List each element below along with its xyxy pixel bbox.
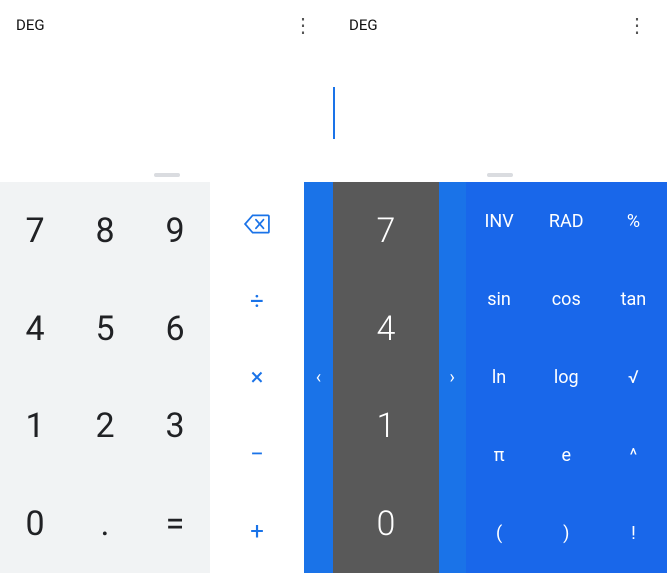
- key-0[interactable]: 0: [333, 475, 439, 573]
- angle-mode-label[interactable]: DEG: [349, 16, 378, 34]
- fn-rparen[interactable]: ): [533, 495, 600, 573]
- overflow-menu-icon[interactable]: ⋮: [623, 11, 651, 39]
- operator-column: ÷ × − +: [210, 182, 304, 573]
- key-1[interactable]: 1: [0, 378, 70, 476]
- key-1[interactable]: 1: [333, 378, 439, 476]
- text-cursor: [333, 87, 335, 139]
- scientific-panel: INV RAD % sin cos tan ln log √ π e ^ ( )…: [466, 182, 667, 573]
- fn-log[interactable]: log: [533, 338, 600, 416]
- minus-button[interactable]: −: [210, 416, 304, 493]
- fn-factorial[interactable]: !: [600, 495, 667, 573]
- display-area[interactable]: [0, 36, 333, 173]
- fn-lparen[interactable]: (: [466, 495, 533, 573]
- overflow-menu-icon[interactable]: ⋮: [289, 11, 317, 39]
- numpad: 7 8 9 4 5 6 1 2 3 0 . =: [0, 182, 210, 573]
- fn-rad[interactable]: RAD: [533, 182, 600, 260]
- key-7[interactable]: 7: [0, 182, 70, 280]
- fn-percent[interactable]: %: [600, 182, 667, 260]
- key-0[interactable]: 0: [0, 475, 70, 573]
- fn-pi[interactable]: π: [466, 417, 533, 495]
- topbar: DEG ⋮: [0, 0, 333, 36]
- calculator-left-pane: DEG ⋮ 7 8 9 4 5 6 1 2 3 0 . =: [0, 0, 333, 573]
- drag-handle[interactable]: [154, 173, 180, 177]
- key-decimal[interactable]: .: [70, 475, 140, 573]
- key-3[interactable]: 3: [140, 378, 210, 476]
- angle-mode-label[interactable]: DEG: [16, 16, 45, 34]
- multiply-button[interactable]: ×: [210, 339, 304, 416]
- key-7[interactable]: 7: [333, 182, 439, 280]
- key-equals[interactable]: =: [140, 475, 210, 573]
- chevron-right-icon: ›: [449, 367, 454, 388]
- plus-button[interactable]: +: [210, 492, 304, 569]
- key-5[interactable]: 5: [70, 280, 140, 378]
- display-area[interactable]: [333, 36, 667, 173]
- fn-cos[interactable]: cos: [533, 260, 600, 338]
- backspace-button[interactable]: [210, 186, 304, 263]
- fn-tan[interactable]: tan: [600, 260, 667, 338]
- fn-e[interactable]: e: [533, 417, 600, 495]
- fn-power[interactable]: ^: [600, 417, 667, 495]
- keypad: 7 8 9 4 5 6 1 2 3 0 . =: [0, 182, 333, 573]
- topbar: DEG ⋮: [333, 0, 667, 36]
- fn-ln[interactable]: ln: [466, 338, 533, 416]
- key-9[interactable]: 9: [140, 182, 210, 280]
- chevron-left-icon: ‹: [316, 367, 321, 388]
- drag-handle-row: [0, 173, 333, 182]
- calculator-right-pane: DEG ⋮ 7 4 1 0 › INV RAD % sin cos: [333, 0, 667, 573]
- keypad: 7 4 1 0 › INV RAD % sin cos tan ln log √…: [333, 182, 667, 573]
- drag-handle-row: [333, 173, 667, 182]
- drawer-tab[interactable]: ›: [439, 182, 466, 573]
- fn-sin[interactable]: sin: [466, 260, 533, 338]
- key-6[interactable]: 6: [140, 280, 210, 378]
- fn-inv[interactable]: INV: [466, 182, 533, 260]
- fn-sqrt[interactable]: √: [600, 338, 667, 416]
- number-column: 7 4 1 0: [333, 182, 439, 573]
- key-8[interactable]: 8: [70, 182, 140, 280]
- divide-button[interactable]: ÷: [210, 263, 304, 340]
- key-4[interactable]: 4: [0, 280, 70, 378]
- drawer-tab[interactable]: ‹: [304, 182, 333, 573]
- key-2[interactable]: 2: [70, 378, 140, 476]
- backspace-icon: [244, 214, 270, 234]
- drag-handle[interactable]: [487, 173, 513, 177]
- key-4[interactable]: 4: [333, 280, 439, 378]
